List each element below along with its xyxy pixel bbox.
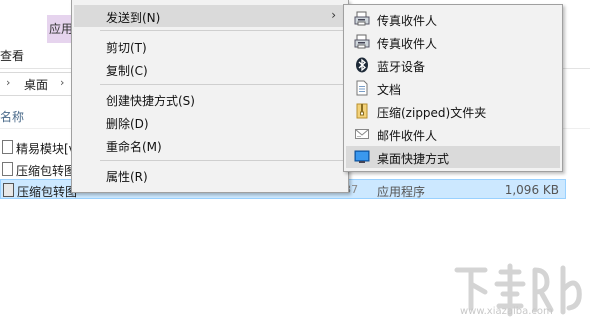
- ribbon-view-label[interactable]: 查看: [0, 47, 24, 64]
- address-bar[interactable]: › 桌面 ›: [0, 72, 76, 96]
- zip-folder-icon: [354, 103, 370, 119]
- menu-item-label: 剪切(T): [106, 41, 147, 55]
- menu-item-create-shortcut[interactable]: 创建快捷方式(S): [74, 88, 346, 110]
- menu-item-label: 复制(C): [106, 64, 148, 78]
- ribbon-tab-label: 应用: [49, 22, 74, 36]
- send-to-bluetooth[interactable]: 蓝牙设备: [346, 54, 560, 76]
- fax-icon: [354, 11, 370, 27]
- menu-item-send-to[interactable]: 发送到(N) ›: [74, 5, 346, 27]
- documents-icon: [354, 80, 370, 96]
- send-to-submenu: 传真收件人 传真收件人 蓝牙设备 文档 压缩(zipped)文件夹 邮件收件人: [343, 4, 563, 172]
- file-type: 应用程序: [377, 185, 426, 199]
- menu-separator: [100, 160, 344, 161]
- mail-icon: [354, 126, 370, 142]
- menu-item-label: 文档: [377, 83, 402, 97]
- menu-item-label: 压缩(zipped)文件夹: [377, 106, 487, 120]
- chevron-right-icon: ›: [6, 76, 11, 89]
- menu-item-label: 蓝牙设备: [377, 60, 426, 74]
- menu-item-label: 创建快捷方式(S): [106, 94, 195, 108]
- file-name: 压缩包转图: [17, 185, 78, 199]
- send-to-mail[interactable]: 邮件收件人: [346, 123, 560, 145]
- menu-item-properties[interactable]: 属性(R): [74, 164, 346, 186]
- menu-item-label: 属性(R): [106, 170, 148, 184]
- chevron-right-icon: ›: [331, 8, 336, 22]
- menu-item-delete[interactable]: 删除(D): [74, 111, 346, 133]
- menu-item-label: 传真收件人: [377, 14, 438, 28]
- menu-item-label: 桌面快捷方式: [377, 152, 450, 166]
- menu-item-cut[interactable]: 剪切(T): [74, 35, 346, 57]
- menu-item-label: 重命名(M): [106, 140, 162, 154]
- context-menu: 发送到(N) › 剪切(T) 复制(C) 创建快捷方式(S) 删除(D) 重命名…: [71, 0, 349, 193]
- desktop-icon: [354, 149, 370, 165]
- file-name: 精易模块[v: [16, 142, 76, 156]
- file-icon: [2, 162, 13, 176]
- send-to-desktop-shortcut[interactable]: 桌面快捷方式: [346, 146, 560, 168]
- menu-separator: [100, 30, 344, 31]
- menu-item-label: 发送到(N): [106, 11, 161, 25]
- send-to-fax[interactable]: 传真收件人: [346, 8, 560, 30]
- menu-item-label: 邮件收件人: [377, 129, 438, 143]
- menu-item-rename[interactable]: 重命名(M): [74, 134, 346, 156]
- watermark-url: www.xiazaiba.com: [460, 306, 553, 317]
- app-icon: [3, 183, 14, 197]
- menu-separator: [100, 84, 344, 85]
- bluetooth-icon: [354, 57, 370, 73]
- column-header-name[interactable]: 名称: [0, 108, 24, 125]
- chevron-right-icon: ›: [60, 76, 65, 89]
- send-to-fax[interactable]: 传真收件人: [346, 31, 560, 53]
- menu-item-label: 传真收件人: [377, 37, 438, 51]
- file-icon: [2, 140, 13, 154]
- file-name: 压缩包转图: [16, 164, 77, 178]
- fax-icon: [354, 34, 370, 50]
- menu-item-copy[interactable]: 复制(C): [74, 58, 346, 80]
- send-to-documents[interactable]: 文档: [346, 77, 560, 99]
- breadcrumb-desktop[interactable]: 桌面: [24, 76, 48, 93]
- send-to-zip-folder[interactable]: 压缩(zipped)文件夹: [346, 100, 560, 122]
- menu-item-label: 删除(D): [106, 117, 149, 131]
- file-size: 1,096 KB: [504, 183, 559, 197]
